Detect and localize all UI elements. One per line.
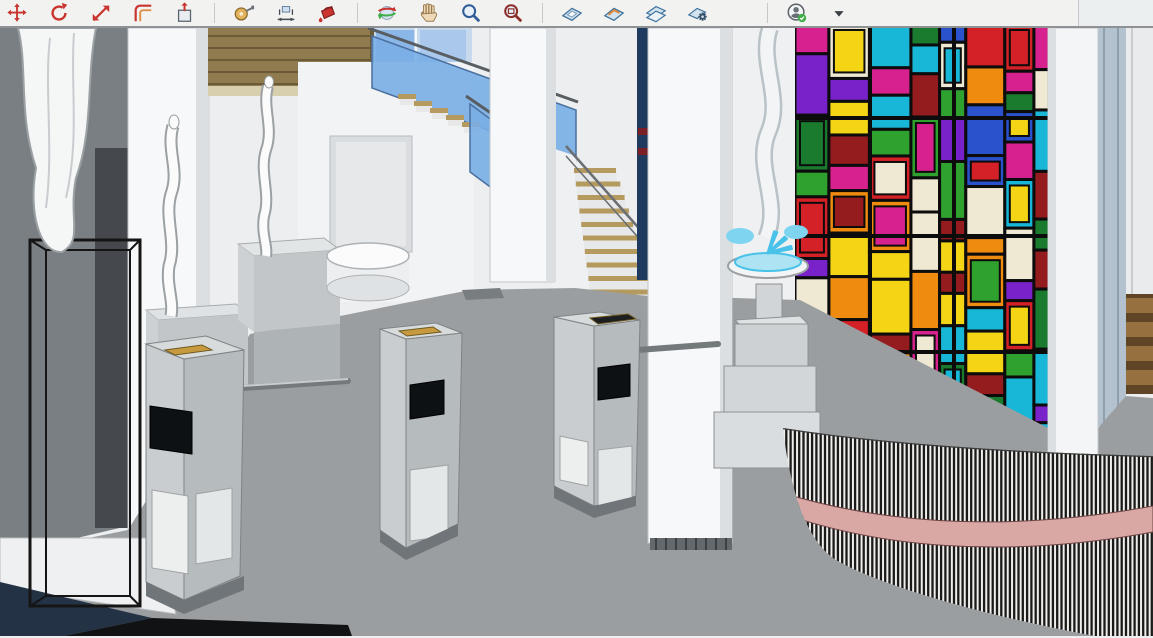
tape-measure-icon xyxy=(233,2,255,24)
dimension-tool-button[interactable] xyxy=(273,1,299,25)
toolbar-separator xyxy=(357,3,358,23)
tape-measure-button[interactable] xyxy=(231,1,257,25)
paint-bucket-button[interactable] xyxy=(315,1,341,25)
move-icon xyxy=(6,2,28,24)
toolbar xyxy=(0,0,1153,28)
offset-tool-button[interactable] xyxy=(130,1,156,25)
pan-tool-button[interactable] xyxy=(416,1,442,25)
move-tool-button[interactable] xyxy=(4,1,30,25)
pushpull-icon xyxy=(174,2,196,24)
zoom-window-icon xyxy=(502,2,524,24)
pushpull-tool-button[interactable] xyxy=(172,1,198,25)
section-settings-icon xyxy=(687,2,709,24)
model-viewport[interactable] xyxy=(0,28,1153,636)
scene-canvas[interactable] xyxy=(0,28,1153,636)
floor-mat xyxy=(462,288,504,300)
section-settings-button[interactable] xyxy=(685,1,711,25)
chevron-down-icon xyxy=(828,2,850,24)
zoom-tool-button[interactable] xyxy=(458,1,484,25)
zoom-window-button[interactable] xyxy=(500,1,526,25)
scale-tool-button[interactable] xyxy=(88,1,114,25)
rotate-icon xyxy=(48,2,70,24)
toolbar-separator xyxy=(542,3,543,23)
toolbar-separator xyxy=(214,3,215,23)
section-plane-icon xyxy=(561,2,583,24)
turnstile-1[interactable] xyxy=(146,336,244,614)
section-display-icon xyxy=(645,2,667,24)
column-a[interactable] xyxy=(490,28,556,282)
section-plane-button[interactable] xyxy=(559,1,585,25)
wall-accent-strip[interactable] xyxy=(637,28,649,280)
user-account-icon xyxy=(786,2,808,24)
section-cut-button[interactable] xyxy=(601,1,627,25)
paint-bucket-icon xyxy=(317,2,339,24)
scale-icon xyxy=(90,2,112,24)
rotate-tool-button[interactable] xyxy=(46,1,72,25)
application-window xyxy=(0,0,1153,638)
turnstile-3[interactable] xyxy=(554,312,640,518)
far-right-wall[interactable] xyxy=(1126,28,1153,294)
account-menu-button[interactable] xyxy=(826,1,852,25)
dimension-icon xyxy=(275,2,297,24)
orbit-icon xyxy=(376,2,398,24)
right-glass-band[interactable] xyxy=(1098,28,1126,426)
orbit-tool-button[interactable] xyxy=(374,1,400,25)
round-table[interactable] xyxy=(327,243,409,301)
turnstile-2[interactable] xyxy=(380,323,462,560)
offset-icon xyxy=(132,2,154,24)
section-cut-icon xyxy=(603,2,625,24)
section-display-button[interactable] xyxy=(643,1,669,25)
zoom-icon xyxy=(460,2,482,24)
pan-icon xyxy=(418,2,440,24)
account-button[interactable] xyxy=(784,1,810,25)
toolbar-right-area xyxy=(1078,0,1153,26)
center-column[interactable] xyxy=(648,28,732,550)
toolbar-separator xyxy=(767,3,768,23)
